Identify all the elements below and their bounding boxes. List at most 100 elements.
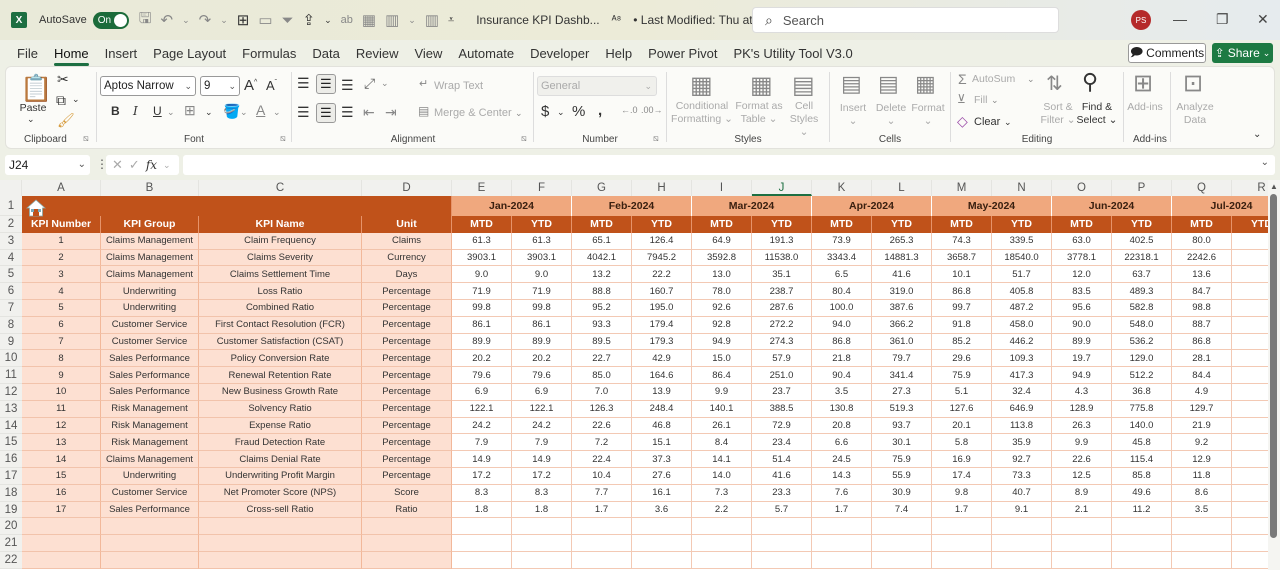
kpi-number[interactable]: 13: [22, 434, 101, 452]
kpi-value[interactable]: 417.3: [992, 367, 1052, 384]
kpi-value[interactable]: 10.1: [932, 266, 992, 284]
kpi-value[interactable]: 99.7: [932, 300, 992, 317]
row-header-13[interactable]: 13: [0, 400, 22, 418]
kpi-value[interactable]: 89.9: [1052, 333, 1112, 351]
kpi-value[interactable]: 623: [1232, 333, 1268, 351]
kpi-value[interactable]: 17.4: [932, 468, 992, 485]
format-as-table-button[interactable]: Format as Table ⌄: [734, 100, 784, 126]
kpi-value[interactable]: 7.3: [692, 484, 752, 502]
kpi-value[interactable]: 22.6: [1052, 451, 1112, 468]
column-header-k[interactable]: K: [812, 180, 872, 196]
empty-cell[interactable]: [22, 518, 101, 536]
currency-icon[interactable]: $: [541, 103, 549, 120]
kpi-value[interactable]: 16.9: [932, 451, 992, 468]
kpi-value[interactable]: 80.4: [812, 283, 872, 300]
kpi-name[interactable]: Claims Denial Rate: [199, 451, 362, 468]
kpi-group[interactable]: Claims Management: [101, 249, 199, 267]
sort-filter-icon[interactable]: ⇅: [1046, 71, 1063, 96]
tab-home[interactable]: Home: [46, 46, 97, 66]
kpi-value[interactable]: 32.4: [992, 384, 1052, 401]
restore-icon[interactable]: ❐: [1216, 11, 1229, 28]
column-header-a[interactable]: A: [22, 180, 101, 196]
merge-dropdown-icon[interactable]: ⌄: [515, 108, 523, 119]
kpi-unit[interactable]: Percentage: [362, 434, 452, 452]
row-header-2[interactable]: 2: [0, 216, 22, 233]
tab-page-layout[interactable]: Page Layout: [145, 46, 234, 61]
kpi-value[interactable]: 22318.1: [1112, 249, 1172, 267]
kpi-value[interactable]: 646.9: [992, 400, 1052, 418]
kpi-value[interactable]: 9.9: [692, 384, 752, 401]
empty-cell[interactable]: [932, 552, 992, 569]
kpi-value[interactable]: 85.2: [932, 333, 992, 351]
kpi-value[interactable]: 905: [1232, 400, 1268, 418]
kpi-value[interactable]: 458.0: [992, 316, 1052, 334]
kpi-value[interactable]: 97: [1232, 468, 1268, 485]
column-header-d[interactable]: D: [362, 180, 452, 196]
tab-power-pivot[interactable]: Power Pivot: [640, 46, 725, 61]
undo-icon[interactable]: ↶: [160, 11, 173, 29]
kpi-value[interactable]: 23.4: [752, 434, 812, 452]
kpi-number[interactable]: 4: [22, 283, 101, 300]
delete-cells-icon[interactable]: ▤: [878, 71, 899, 97]
addins-button[interactable]: Add-ins: [1125, 101, 1165, 114]
spreadsheet-grid[interactable]: A B C D E F G H I J K L M N O P Q R 1 2 3 4 5 6 7 8 9 10 11 12 13 14 15 1…: [0, 180, 1268, 570]
kpi-group[interactable]: Risk Management: [101, 417, 199, 435]
kpi-value[interactable]: 24.2: [452, 417, 512, 435]
kpi-value[interactable]: 13.2: [572, 266, 632, 284]
kpi-value[interactable]: 6.9: [452, 384, 512, 401]
kpi-value[interactable]: 90.4: [812, 367, 872, 384]
kpi-value[interactable]: 89.9: [452, 333, 512, 351]
cancel-icon[interactable]: ✕: [112, 157, 123, 173]
kpi-value[interactable]: 24.2: [512, 417, 572, 435]
column-header-c[interactable]: C: [199, 180, 362, 196]
kpi-unit[interactable]: Percentage: [362, 468, 452, 485]
kpi-value[interactable]: 30.1: [872, 434, 932, 452]
column-header-m[interactable]: M: [932, 180, 992, 196]
kpi-value[interactable]: 126.3: [572, 400, 632, 418]
kpi-value[interactable]: 12.5: [1052, 468, 1112, 485]
kpi-value[interactable]: 248.4: [632, 400, 692, 418]
empty-cell[interactable]: [632, 518, 692, 536]
row-header-3[interactable]: 3: [0, 232, 22, 250]
underline-button[interactable]: U: [153, 104, 162, 118]
scroll-up-icon[interactable]: ▲: [1270, 182, 1278, 191]
clear-button[interactable]: Clear: [974, 116, 1000, 129]
kpi-value[interactable]: 14.1: [692, 451, 752, 468]
kpi-value[interactable]: 92.7: [992, 451, 1052, 468]
empty-cell[interactable]: [632, 535, 692, 552]
kpi-unit[interactable]: Score: [362, 484, 452, 502]
kpi-name[interactable]: First Contact Resolution (FCR): [199, 316, 362, 334]
number-format-select[interactable]: General ⌄: [537, 76, 657, 96]
empty-cell[interactable]: [199, 518, 362, 536]
kpi-name[interactable]: Cross-sell Ratio: [199, 501, 362, 519]
kpi-value[interactable]: 9.1: [992, 501, 1052, 519]
kpi-group[interactable]: Sales Performance: [101, 501, 199, 519]
conditional-formatting-icon[interactable]: ▦: [690, 71, 713, 100]
empty-cell[interactable]: [752, 552, 812, 569]
kpi-value[interactable]: 92.8: [692, 316, 752, 334]
kpi-unit[interactable]: Currency: [362, 249, 452, 267]
kpi-unit[interactable]: Percentage: [362, 300, 452, 317]
kpi-value[interactable]: 83.5: [1052, 283, 1112, 300]
kpi-value[interactable]: 23.7: [752, 384, 812, 401]
conditional-formatting-button[interactable]: Conditional Formatting ⌄: [670, 100, 734, 126]
kpi-value[interactable]: 548.0: [1112, 316, 1172, 334]
share-dropdown-icon[interactable]: ⌄: [324, 15, 332, 26]
tab-insert[interactable]: Insert: [97, 46, 146, 61]
kpi-value[interactable]: 51.7: [992, 266, 1052, 284]
row-header-18[interactable]: 18: [0, 484, 22, 502]
empty-cell[interactable]: [572, 518, 632, 536]
kpi-value[interactable]: 92.6: [692, 300, 752, 317]
tab-view[interactable]: View: [406, 46, 450, 61]
kpi-value[interactable]: 15.1: [632, 434, 692, 452]
kpi-value[interactable]: 402.5: [1112, 232, 1172, 250]
kpi-unit[interactable]: Ratio: [362, 501, 452, 519]
kpi-value[interactable]: 16.1: [632, 484, 692, 502]
column-header-g[interactable]: G: [572, 180, 632, 196]
empty-cell[interactable]: [812, 518, 872, 536]
kpi-value[interactable]: 3903.1: [452, 249, 512, 267]
kpi-value[interactable]: 86.4: [692, 367, 752, 384]
avatar[interactable]: PS: [1131, 10, 1151, 30]
paste-dropdown-icon[interactable]: ⌄: [27, 114, 35, 125]
empty-cell[interactable]: [362, 535, 452, 552]
